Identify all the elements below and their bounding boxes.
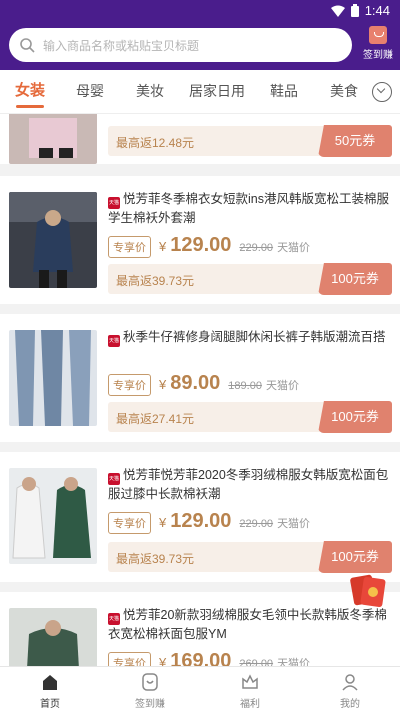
price-row: 专享价 ¥ 129.00 229.00 天猫价 [108,510,310,534]
product-image[interactable] [9,330,97,426]
battery-icon [350,4,359,17]
tmall-icon: 天猫 [108,473,120,485]
product-title[interactable]: 天猫 悦芳菲悦芳菲2020冬季羽绒棉服女韩版宽松面包服过膝中长款棉袄潮 [108,466,392,504]
status-bar: 1:44 [0,0,400,22]
product-card[interactable]: 最高返12.48元 50元券 [0,114,400,164]
rebate-text: 最高返39.73元 [116,552,195,566]
product-feed[interactable]: 最高返12.48元 50元券 天猫 悦芳菲冬季棉衣女短款ins港风韩版宽松工装棉服… [0,114,400,666]
product-card[interactable]: 天猫 悦芳菲悦芳菲2020冬季羽绒棉服女韩版宽松面包服过膝中长款棉袄潮 专享价 ¥… [0,452,400,582]
nav-profile-label: 我的 [340,699,360,710]
red-envelope-badge[interactable] [348,572,388,608]
chevron-down-icon[interactable] [372,82,392,102]
tmall-icon: 天猫 [108,197,120,209]
rebate-text: 最高返39.73元 [116,274,195,288]
tab-women[interactable]: 女装 [0,70,60,114]
user-icon [342,674,358,691]
currency-symbol: ¥ [159,239,167,254]
price: 169.00 [170,650,232,666]
rebate-text: 最高返12.48元 [116,136,195,150]
shop-price-label: 天猫价 [265,380,299,392]
original-price: 189.00 [228,380,262,392]
home-icon [43,675,57,690]
currency-symbol: ¥ [159,377,167,392]
product-card[interactable]: 天猫 秋季牛仔裤修身阔腿脚休闲长裤子韩版潮流百搭 专享价 ¥ 89.00 189.… [0,314,400,442]
nav-checkin[interactable]: 签到赚 [100,667,200,710]
original-price: 229.00 [239,518,274,530]
search-icon [20,38,35,53]
gift-bag-icon [369,26,387,44]
rebate-bar: 最高返39.73元 100元券 [108,541,392,573]
product-image[interactable] [9,114,97,164]
bottom-nav: 首页 签到赚 福利 我的 [0,666,400,710]
product-image[interactable] [9,608,97,666]
tab-shoes[interactable]: 鞋品 [254,70,314,114]
product-card[interactable]: 天猫 悦芳菲冬季棉衣女短款ins港风韩版宽松工装棉服学生棉袄外套潮 专享价 ¥ 1… [0,176,400,304]
category-tabs: 女装 母婴 美妆 居家日用 鞋品 美食 [0,70,400,114]
checkin-icon [142,673,158,691]
price: 129.00 [170,234,232,256]
coupon-button[interactable]: 100元券 [318,263,392,295]
coupon-button[interactable]: 100元券 [318,541,392,573]
crown-icon [242,674,258,689]
price: 129.00 [170,510,232,532]
product-title[interactable]: 天猫 悦芳菲20新款羽绒棉服女毛领中长款韩版冬季棉衣宽松棉袄面包服YM [108,606,392,644]
rebate-text: 最高返27.41元 [116,412,195,426]
product-title-text: 悦芳菲悦芳菲2020冬季羽绒棉服女韩版宽松面包服过膝中长款棉袄潮 [108,468,389,501]
price: 89.00 [170,372,221,394]
rebate-bar: 最高返27.41元 100元券 [108,401,392,433]
coupon-button[interactable]: 100元券 [318,401,392,433]
nav-checkin-label: 签到赚 [135,699,165,710]
product-image[interactable] [9,192,97,288]
red-envelope-icon [350,574,386,608]
product-title-text: 悦芳菲冬季棉衣女短款ins港风韩版宽松工装棉服学生棉袄外套潮 [108,192,389,225]
search-placeholder: 输入商品名称或粘贴宝贝标题 [43,38,200,53]
shop-price-label: 天猫价 [277,242,311,254]
nav-welfare-label: 福利 [240,699,260,710]
status-time: 1:44 [364,3,390,18]
header: 输入商品名称或粘贴宝贝标题 签到赚 [0,22,400,70]
nav-home[interactable]: 首页 [0,667,100,710]
shop-price-label: 天猫价 [277,518,311,530]
wifi-icon [330,5,345,17]
coupon-button[interactable]: 50元券 [318,125,392,157]
currency-symbol: ¥ [159,655,167,666]
product-card[interactable]: 天猫 悦芳菲20新款羽绒棉服女毛领中长款韩版冬季棉衣宽松棉袄面包服YM 专享价 ¥… [0,592,400,666]
product-image[interactable] [9,468,97,564]
exclusive-price-tag: 专享价 [108,236,151,258]
exclusive-price-tag: 专享价 [108,512,151,534]
exclusive-price-tag: 专享价 [108,374,151,396]
nav-welfare[interactable]: 福利 [200,667,300,710]
rebate-bar: 最高返39.73元 100元券 [108,263,392,295]
tab-beauty[interactable]: 美妆 [120,70,180,114]
nav-home-label: 首页 [40,699,60,710]
product-title[interactable]: 天猫 悦芳菲冬季棉衣女短款ins港风韩版宽松工装棉服学生棉袄外套潮 [108,190,392,228]
price-row: 专享价 ¥ 169.00 269.00 天猫价 [108,650,310,666]
tmall-icon: 天猫 [108,335,120,347]
original-price: 229.00 [239,242,274,254]
tab-baby[interactable]: 母婴 [60,70,120,114]
checkin-button[interactable]: 签到赚 [360,26,396,61]
tab-home[interactable]: 居家日用 [180,70,254,114]
checkin-label: 签到赚 [363,50,393,61]
price-row: 专享价 ¥ 129.00 229.00 天猫价 [108,234,310,258]
rebate-bar: 最高返12.48元 50元券 [108,125,392,157]
nav-profile[interactable]: 我的 [300,667,400,710]
product-title-text: 秋季牛仔裤修身阔腿脚休闲长裤子韩版潮流百搭 [123,330,386,344]
tab-food[interactable]: 美食 [314,70,374,114]
price-row: 专享价 ¥ 89.00 189.00 天猫价 [108,372,299,396]
product-title-text: 悦芳菲20新款羽绒棉服女毛领中长款韩版冬季棉衣宽松棉袄面包服YM [108,608,387,641]
status-icons: 1:44 [330,3,390,18]
original-price: 269.00 [239,658,274,666]
currency-symbol: ¥ [159,515,167,530]
exclusive-price-tag: 专享价 [108,652,151,666]
shop-price-label: 天猫价 [277,658,311,666]
tmall-icon: 天猫 [108,613,120,625]
product-title[interactable]: 天猫 秋季牛仔裤修身阔腿脚休闲长裤子韩版潮流百搭 [108,328,392,347]
search-input[interactable]: 输入商品名称或粘贴宝贝标题 [9,28,352,62]
